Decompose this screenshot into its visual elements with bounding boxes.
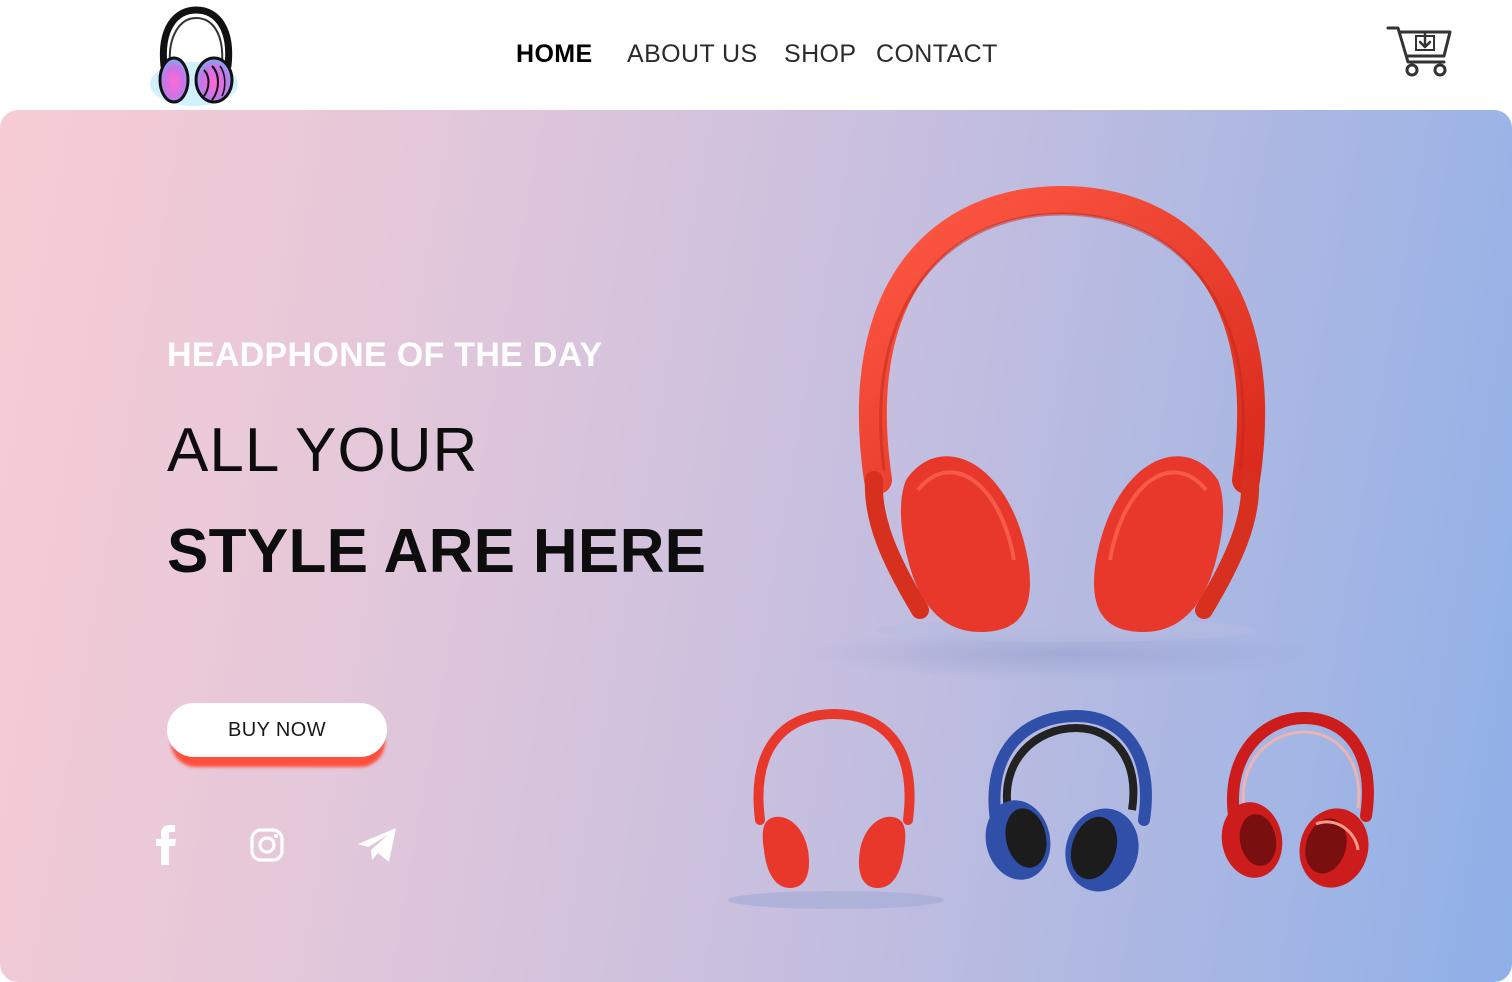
telegram-icon[interactable] bbox=[354, 822, 400, 868]
nav-home[interactable]: HOME bbox=[516, 40, 593, 69]
featured-headphones-image bbox=[806, 185, 1326, 680]
cart-icon[interactable] bbox=[1386, 24, 1454, 78]
site-header: HOME ABOUT US SHOP CONTACT bbox=[0, 0, 1512, 110]
hero-section: HEADPHONE OF THE DAY ALL YOUR STYLE ARE … bbox=[0, 110, 1512, 982]
nav-about-us[interactable]: ABOUT US bbox=[627, 40, 758, 69]
instagram-icon[interactable] bbox=[244, 822, 290, 868]
buy-now-button[interactable]: BUY NOW bbox=[167, 703, 387, 757]
nav-shop[interactable]: SHOP bbox=[784, 40, 856, 69]
thumbnail-red-headphones[interactable] bbox=[726, 700, 946, 920]
headphones-logo-icon[interactable] bbox=[146, 4, 242, 108]
buy-now-wrapper: BUY NOW bbox=[167, 703, 387, 769]
hero-tagline: HEADPHONE OF THE DAY bbox=[167, 336, 603, 374]
hero-headline-line1: ALL YOUR bbox=[167, 416, 479, 485]
hero-headline-line2: STYLE ARE HERE bbox=[167, 517, 707, 586]
thumbnail-blue-headphones[interactable] bbox=[956, 700, 1176, 920]
nav-contact[interactable]: CONTACT bbox=[876, 40, 998, 69]
facebook-icon[interactable] bbox=[144, 822, 190, 868]
thumbnail-glossy-red-headphones[interactable] bbox=[1186, 700, 1406, 920]
